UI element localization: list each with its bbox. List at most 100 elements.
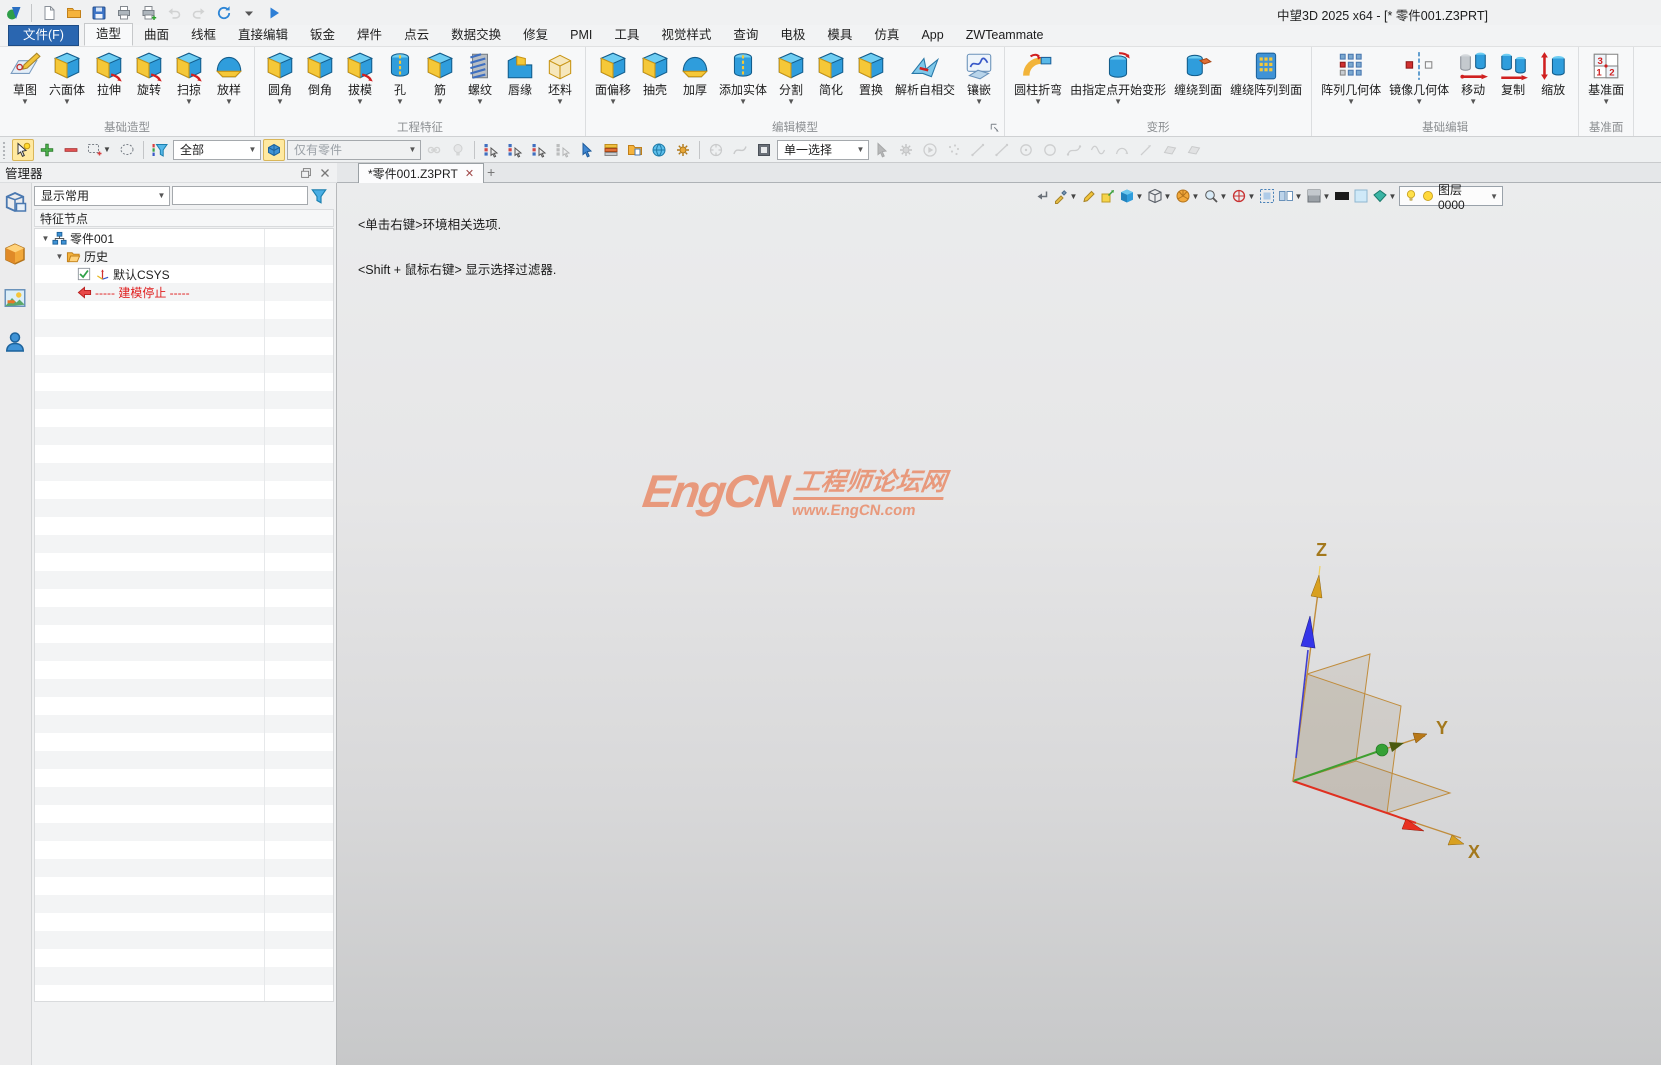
menu-tab-pmi[interactable]: PMI [559,25,603,46]
menu-tab-surface[interactable]: 曲面 [133,25,180,46]
ribbon-button-revolve[interactable]: 旋转 [129,49,169,109]
ribbon-button-sweep[interactable]: 扫掠▼ [169,49,209,109]
menu-tab-mold[interactable]: 模具 [816,25,863,46]
menu-tab-data-exchange[interactable]: 数据交换 [440,25,512,46]
pick-cursor-icon[interactable] [576,139,598,161]
assistant-rail-icon[interactable] [3,330,29,356]
menu-tab-repair[interactable]: 修复 [512,25,559,46]
menu-tab-weldment[interactable]: 焊件 [346,25,393,46]
zoom-window-icon[interactable] [1258,187,1276,205]
filter-icon[interactable] [149,139,171,161]
black-swatch-icon[interactable] [1333,187,1351,205]
ribbon-button-loft[interactable]: 放样▼ [209,49,249,109]
align-plane-icon[interactable] [1099,187,1117,205]
ribbon-button-sketch[interactable]: 草图▼ [5,49,45,109]
chevron-down-icon[interactable]: ▼ [39,234,52,243]
menu-tab-electrode[interactable]: 电极 [769,25,816,46]
ribbon-button-thicken[interactable]: 加厚 [675,49,715,109]
layer-widget[interactable]: 图层0000 ▼ [1399,186,1503,206]
save-icon[interactable] [88,2,110,24]
ribbon-button-resolve-self-intersect[interactable]: 解析自相交 [891,49,959,109]
remove-from-selection-icon[interactable] [60,139,82,161]
qat-customize-icon[interactable] [238,2,260,24]
swatch-icon[interactable] [753,139,775,161]
open-file-icon[interactable] [63,2,85,24]
ribbon-button-simplify[interactable]: 简化 [811,49,851,109]
ribbon-button-face-offset[interactable]: 面偏移▼ [591,49,635,109]
ribbon-button-divide[interactable]: 分割▼ [771,49,811,109]
manager-restore-icon[interactable] [299,166,313,180]
menu-tab-file[interactable]: 文件(F) [8,25,79,46]
document-tab[interactable]: *零件001.Z3PRT ✕ [358,163,484,183]
ribbon-button-hole[interactable]: 孔▼ [380,49,420,109]
display-filter-combo[interactable]: 显示常用▼ [34,186,170,206]
appearance-icon[interactable]: ▼ [1052,187,1079,205]
select-cursor-icon[interactable] [12,139,34,161]
ribbon-button-thread[interactable]: 螺纹▼ [460,49,500,109]
open-folder-icon[interactable] [624,139,646,161]
print-icon[interactable] [113,2,135,24]
rotate-view-icon[interactable]: ▼ [1230,187,1257,205]
pick-stack-icon[interactable] [600,139,622,161]
ribbon-button-mirror-geometry[interactable]: 镜像几何体▼ [1385,49,1453,109]
menu-tab-sheet-metal[interactable]: 钣金 [299,25,346,46]
menu-tab-tools[interactable]: 工具 [603,25,650,46]
manager-search-input[interactable] [172,186,308,205]
ribbon-button-wrap-pattern-to-face[interactable]: 缠绕阵列到面 [1226,49,1306,109]
split-view-icon[interactable]: ▼ [1277,187,1304,205]
view-orientation-icon[interactable]: ▼ [1174,187,1201,205]
ribbon-button-copy[interactable]: 复制 [1493,49,1533,109]
history-rail-icon[interactable] [3,242,29,268]
dialog-launcher-icon[interactable] [989,122,1001,134]
ribbon-button-chamfer[interactable]: 倒角 [300,49,340,109]
ribbon-button-deform-from-point[interactable]: 由指定点开始变形▼ [1066,49,1170,109]
tree-node[interactable]: ▼零件001 [35,229,333,247]
pick-from-list-icon[interactable] [480,139,502,161]
settings-icon[interactable] [672,139,694,161]
menu-tab-app[interactable]: App [910,25,954,46]
exit-view-icon[interactable] [1033,187,1051,205]
ribbon-button-pattern-geometry[interactable]: 阵列几何体▼ [1317,49,1385,109]
quick-start-icon[interactable] [263,2,285,24]
menu-tab-point-cloud[interactable]: 点云 [393,25,440,46]
ribbon-button-wrap-to-face[interactable]: 缠绕到面 [1170,49,1226,109]
ribbon-button-draft[interactable]: 拔模▼ [340,49,380,109]
menu-tab-simulation[interactable]: 仿真 [863,25,910,46]
viewport[interactable]: <单击右键>环境相关选项. <Shift + 鼠标右键> 显示选择过滤器. ▼▼… [337,183,1661,1065]
menu-tab-wireframe[interactable]: 线框 [180,25,227,46]
close-tab-icon[interactable]: ✕ [465,167,474,180]
ribbon-button-datum-plane[interactable]: 312基准面▼ [1584,49,1628,109]
regen-icon[interactable] [213,2,235,24]
zoom-icon[interactable]: ▼ [1202,187,1229,205]
checkbox-icon[interactable] [77,267,91,281]
view-rail-icon[interactable] [3,286,29,312]
new-file-icon[interactable] [38,2,60,24]
tree-node[interactable]: 默认CSYS [35,265,333,283]
ribbon-button-inlay[interactable]: 镶嵌▼ [959,49,999,109]
ribbon-button-extrude[interactable]: 拉伸 [89,49,129,109]
chevron-down-icon[interactable]: ▼ [53,252,66,261]
add-to-selection-icon[interactable] [36,139,58,161]
xz-plane[interactable] [1293,674,1401,813]
pick-chain-icon[interactable] [528,139,550,161]
window-select-icon[interactable]: ▼ [84,139,114,161]
menu-tab-shape[interactable]: 造型 [84,23,133,46]
ribbon-button-add-solid[interactable]: 添加实体▼ [715,49,771,109]
background-icon[interactable]: ▼ [1305,187,1332,205]
menu-tab-visual-style[interactable]: 视觉样式 [650,25,722,46]
ribbon-button-rib[interactable]: 筋▼ [420,49,460,109]
blue-swatch-icon[interactable] [1352,187,1370,205]
ribbon-button-box[interactable]: 六面体▼ [45,49,89,109]
wireframe-mode-icon[interactable]: ▼ [1146,187,1173,205]
new-tab-button[interactable]: + [487,164,495,180]
manager-rail-icon[interactable] [3,190,29,216]
menu-tab-inquire[interactable]: 查询 [722,25,769,46]
ribbon-button-fillet[interactable]: 圆角▼ [260,49,300,109]
web-browser-icon[interactable] [648,139,670,161]
erase-attribute-icon[interactable] [1080,187,1098,205]
menu-tab-zwteammate[interactable]: ZWTeammate [955,25,1055,46]
shaded-mode-icon[interactable]: ▼ [1118,187,1145,205]
selection-mode-combo[interactable]: 单一选择▼ [777,140,869,160]
ribbon-button-scale[interactable]: 缩放 [1533,49,1573,109]
ribbon-button-lip[interactable]: 唇缘 [500,49,540,109]
